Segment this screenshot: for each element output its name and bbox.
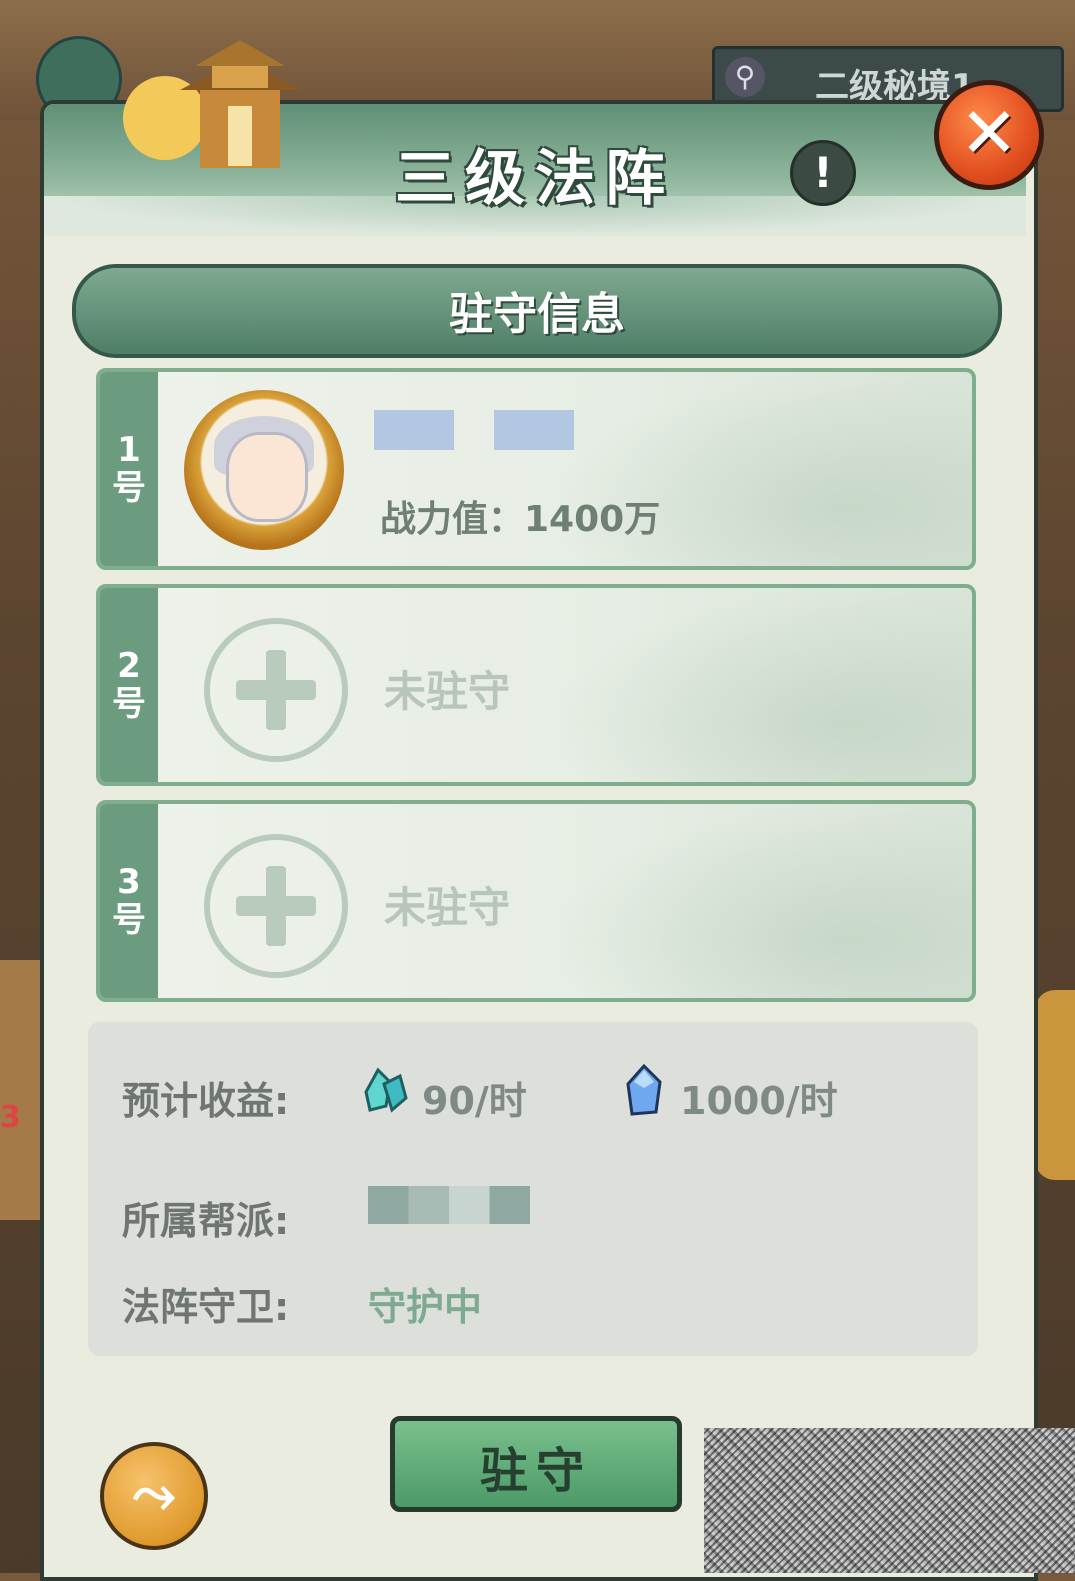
share-icon[interactable]: ⤳ [100,1442,208,1550]
add-icon[interactable] [204,834,348,978]
garrison-slot-3[interactable]: 3 号 未驻守 [96,800,976,1002]
hero-avatar[interactable] [184,390,344,550]
slot-number: 2 [117,646,141,686]
station-button-label: 驻守 [479,1443,592,1499]
pavilion-icon [123,40,300,168]
income-crystal-value: 90/时 [422,1079,527,1123]
slot-status: 未驻守 [384,667,511,716]
crystal-icon [364,1067,408,1113]
section-title: 驻守信息 [449,289,625,340]
section-header: 驻守信息 [72,264,1002,358]
watermark-noise [704,1428,1075,1573]
guild-name-redacted [368,1186,530,1224]
guard-status: 守护中 [368,1285,483,1329]
slot-number-tab: 2 号 [100,588,158,782]
income-gem-value: 1000/时 [680,1079,838,1123]
slot-number-suffix: 号 [112,468,146,508]
garrison-slot-1[interactable]: 1 号 战力值：1400万 [96,368,976,570]
search-icon: ⚲ [725,57,765,97]
background-side-number: 3 [0,1100,21,1135]
slot-mist-decoration [552,804,972,998]
slot-number: 3 [117,862,141,902]
avatar-face [226,432,308,522]
slot-mist-decoration [552,588,972,782]
close-icon[interactable]: ✕ [934,80,1044,190]
slot-status: 未驻守 [384,883,511,932]
info-icon[interactable]: ! [790,140,856,206]
gem-icon [626,1064,662,1116]
dialog-title: 三级法阵 [395,144,675,214]
hero-power: 战力值：1400万 [380,499,661,540]
background-side-right [1035,990,1075,1180]
guard-label: 法阵守卫: [122,1285,290,1329]
slot-number: 1 [117,430,141,470]
station-button[interactable]: 驻守 [390,1416,682,1512]
income-label: 预计收益: [122,1079,290,1123]
add-icon[interactable] [204,618,348,762]
guild-label: 所属帮派: [122,1199,290,1243]
slot-number-tab: 1 号 [100,372,158,566]
hero-name-redacted [374,410,574,450]
slot-number-tab: 3 号 [100,804,158,998]
garrison-slot-2[interactable]: 2 号 未驻守 [96,584,976,786]
slot-number-suffix: 号 [112,900,146,940]
slot-number-suffix: 号 [112,684,146,724]
